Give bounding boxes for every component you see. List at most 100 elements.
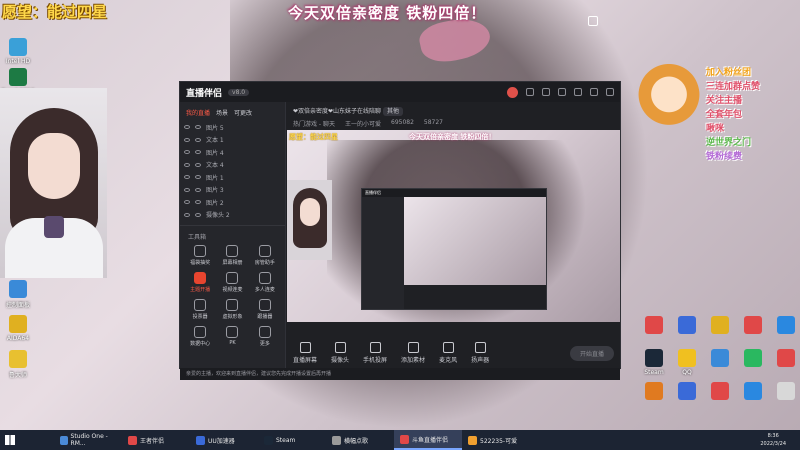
tool-button[interactable]: 多人连麦 <box>249 272 281 293</box>
message-icon[interactable] <box>526 88 534 96</box>
tool-icon <box>226 272 239 284</box>
taskbar-item[interactable]: 522235-可爱 <box>462 430 530 450</box>
search-button[interactable] <box>20 433 54 447</box>
toolbar-label: 直播屏幕 <box>293 357 318 364</box>
tool-button[interactable]: 更多 <box>249 326 281 347</box>
maximize-icon[interactable] <box>590 88 598 96</box>
desktop-icon[interactable]: Steam <box>636 349 672 376</box>
taskbar-item[interactable]: UU加速器 <box>190 430 258 450</box>
lock-icon[interactable] <box>195 175 201 180</box>
toolbar-button[interactable]: 手机投屏 <box>363 342 387 364</box>
close-icon[interactable] <box>606 88 614 96</box>
tool-button[interactable]: 视频连麦 <box>216 272 248 293</box>
sidebar-tab[interactable]: 场景 <box>216 108 228 117</box>
scene-item[interactable]: 图片 5 <box>184 121 285 134</box>
sidebar-tab[interactable]: 我的直播 <box>186 108 210 117</box>
desktop-icon[interactable]: Intel HD <box>0 38 36 65</box>
scene-item[interactable]: 图片 2 <box>184 196 285 209</box>
app-icon <box>678 316 696 334</box>
taskbar-app-icon <box>128 435 137 445</box>
toolbar-button[interactable]: 扬声器 <box>471 342 489 364</box>
eye-icon[interactable] <box>184 137 190 142</box>
mascot-sticker <box>638 62 700 134</box>
tool-button[interactable]: 跟播器 <box>249 299 281 320</box>
room-title[interactable]: ❤双倍亲密度❤山东妹子在线陪聊 <box>293 108 381 115</box>
toolbar-button[interactable]: 麦克风 <box>439 342 457 364</box>
notification-icon[interactable] <box>588 16 598 26</box>
scene-item[interactable]: 文本 1 <box>184 134 285 147</box>
eye-icon[interactable] <box>184 200 190 205</box>
eye-icon[interactable] <box>184 150 190 155</box>
tool-icon <box>226 299 239 311</box>
scene-item[interactable]: 图片 3 <box>184 184 285 197</box>
eye-icon[interactable] <box>184 212 190 217</box>
stream-preview[interactable]: 愿望：能过四星 今天双倍亲密度 铁粉四倍！ 直播伴侣 <box>287 130 620 322</box>
lock-icon[interactable] <box>195 125 201 130</box>
scene-item[interactable]: 图片 1 <box>184 171 285 184</box>
tool-button[interactable]: 主题开播 <box>184 272 216 293</box>
taskbar-item[interactable]: Studio One - RM... <box>54 430 122 450</box>
start-stream-button[interactable]: 开始直播 <box>569 345 614 361</box>
desktop-icon[interactable]: QQ <box>669 349 705 376</box>
eye-icon[interactable] <box>184 175 190 180</box>
desktop-icon[interactable] <box>735 382 771 402</box>
avatar[interactable] <box>507 86 518 98</box>
desktop-icon[interactable] <box>669 382 705 402</box>
desktop-icon[interactable] <box>702 316 738 336</box>
room-tag[interactable]: 其他 <box>382 107 403 116</box>
desktop-icon[interactable] <box>768 349 800 369</box>
lock-icon[interactable] <box>195 162 201 167</box>
lock-icon[interactable] <box>195 187 201 192</box>
desktop-icon[interactable] <box>768 316 800 336</box>
toolbar-icon <box>334 342 346 353</box>
desktop-icon[interactable] <box>636 382 672 402</box>
eye-icon[interactable] <box>184 125 190 130</box>
version-badge: v8.0 <box>228 88 250 96</box>
lock-icon[interactable] <box>195 150 201 155</box>
lock-icon[interactable] <box>195 200 201 205</box>
tool-button[interactable]: 投票器 <box>184 299 216 320</box>
app-icon <box>9 68 27 86</box>
desktop-icon[interactable] <box>735 349 771 369</box>
toolbar-button[interactable]: 添加素材 <box>401 342 425 364</box>
desktop-icon[interactable] <box>735 316 771 336</box>
desktop-icon[interactable]: AIDA64 <box>0 315 36 342</box>
lock-icon[interactable] <box>195 212 201 217</box>
clock[interactable]: 8:36 2022/3/24 <box>760 432 800 448</box>
app-titlebar[interactable]: 直播伴侣 v8.0 <box>180 82 620 102</box>
tool-button[interactable]: 房管助手 <box>249 245 281 266</box>
goal-item: 逆世界之门 <box>706 138 752 148</box>
desktop-icon[interactable] <box>702 382 738 402</box>
sidebar-tab[interactable]: 可更改 <box>234 108 252 117</box>
lock-icon[interactable] <box>195 137 201 142</box>
toolbar-button[interactable]: 摄像头 <box>331 342 349 364</box>
scene-item[interactable]: 文本 4 <box>184 159 285 172</box>
taskbar-item[interactable]: 横幅点歌 <box>326 430 394 450</box>
minimize-icon[interactable] <box>574 88 582 96</box>
toolbar-button[interactable]: 直播屏幕 <box>293 342 317 364</box>
taskbar-item[interactable]: Steam <box>258 430 326 450</box>
desktop-icon[interactable]: 控制面板 <box>0 280 36 309</box>
tool-button[interactable]: PK <box>216 326 248 347</box>
eye-icon[interactable] <box>184 187 190 192</box>
taskbar-item[interactable]: 王者伴侣 <box>122 430 190 450</box>
streaming-app-window[interactable]: 直播伴侣 v8.0 我的直播 场景 可更改 图片 5 文本 1 图片 4 文本 4 图片 1… <box>179 81 621 380</box>
desktop-icon[interactable]: 鲁大师 <box>0 350 36 379</box>
taskbar-item[interactable]: 斗鱼直播伴侣 <box>394 430 462 450</box>
desktop-icon[interactable] <box>768 382 800 402</box>
start-button[interactable] <box>0 430 20 450</box>
tool-button[interactable]: 福袋抽奖 <box>184 245 216 266</box>
scene-item[interactable]: 摄像头 2 <box>184 209 285 222</box>
tool-button[interactable]: 虚拟形象 <box>216 299 248 320</box>
skin-icon[interactable] <box>558 88 566 96</box>
windows-icon <box>5 435 15 445</box>
tool-button[interactable]: 屏幕相册 <box>216 245 248 266</box>
desktop-icon[interactable] <box>702 349 738 369</box>
eye-icon[interactable] <box>184 162 190 167</box>
desktop-icon[interactable] <box>669 316 705 336</box>
scene-item[interactable]: 图片 4 <box>184 146 285 159</box>
app-icon <box>678 349 696 367</box>
settings-icon[interactable] <box>542 88 550 96</box>
desktop-icon[interactable] <box>636 316 672 336</box>
tool-button[interactable]: 数据中心 <box>184 326 216 347</box>
